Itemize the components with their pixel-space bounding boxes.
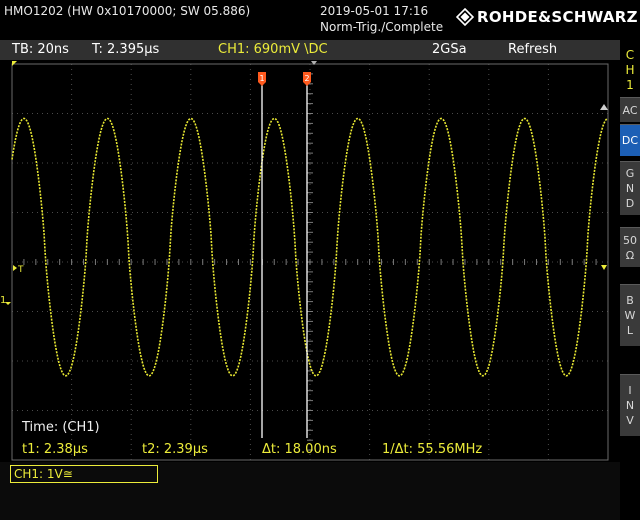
settings-bar: TB: 20ns T: 2.395µs CH1: 690mV \DC 2GSa … [0,40,620,60]
timestamp: 2019-05-01 17:16 [320,4,429,18]
channel-side-panel: C H 1 AC DC G N D 50 Ω B W L I N V [620,40,640,520]
channel-setting[interactable]: CH1: 690mV \DC [218,42,328,57]
gnd-char: G [625,167,635,180]
waveform-display[interactable]: 1 2 T 1 [0,60,620,462]
channel-label-char: C [625,48,635,62]
gnd-char: N [625,182,635,195]
title-bar: HMO1202 (HW 0x10170000; SW 05.886) 2019-… [0,0,640,40]
rohde-schwarz-diamond-icon [456,8,474,26]
timebase-setting[interactable]: TB: 20ns [12,42,69,57]
inv-char: I [628,384,632,397]
bandwidth-limit-button[interactable]: B W L [620,284,640,346]
trigger-time-setting[interactable]: T: 2.395µs [92,42,159,57]
readout-title: Time: (CH1) [22,420,100,435]
channel-label: C H 1 [620,48,640,93]
cursor-2-label: 2 [304,74,309,83]
trigger-level-label: T [17,265,24,275]
bwl-char: L [626,324,634,337]
coupling-gnd-button[interactable]: G N D [620,161,640,215]
cursor-readout: Time: (CH1) t1: 2.38µs t2: 2.39µs Δt: 18… [12,416,608,460]
readout-t2: t2: 2.39µs [142,442,208,457]
ohm-symbol: Ω [625,248,635,262]
acquisition-mode[interactable]: Refresh [508,42,557,57]
trigger-status: Norm-Trig./Complete [320,20,444,34]
device-info: HMO1202 (HW 0x10170000; SW 05.886) [4,4,251,18]
channel-label-char: H [625,63,635,77]
bwl-char: W [624,309,636,322]
channel-label-char: 1 [626,78,634,92]
readout-t1: t1: 2.38µs [22,442,88,457]
inv-char: V [626,414,634,427]
ch1-scale-badge[interactable]: CH1: 1V≅ [10,465,158,483]
coupling-dc-label: DC [621,134,639,147]
impedance-50-ohm-button[interactable]: 50 Ω [620,227,640,267]
readout-delta-t: Δt: 18.00ns [262,442,337,457]
brand: ROHDE&SCHWARZ [456,8,638,26]
sample-rate: 2GSa [432,42,467,57]
cursor-1-label: 1 [259,74,264,83]
coupling-ac-button[interactable]: AC [620,97,640,122]
fifty-value: 50 [623,233,637,247]
channel-ground-label: 1 [0,295,6,306]
readout-frequency: 1/Δt: 55.56MHz [382,442,483,457]
invert-button[interactable]: I N V [620,374,640,436]
status-bar: CH1: 1V≅ [0,462,620,520]
inv-char: N [625,399,635,412]
coupling-ac-label: AC [622,103,638,117]
bwl-char: B [626,294,634,307]
brand-name: ROHDE&SCHWARZ [477,8,638,26]
coupling-dc-button[interactable]: DC [620,124,640,156]
gnd-char: D [625,197,635,210]
